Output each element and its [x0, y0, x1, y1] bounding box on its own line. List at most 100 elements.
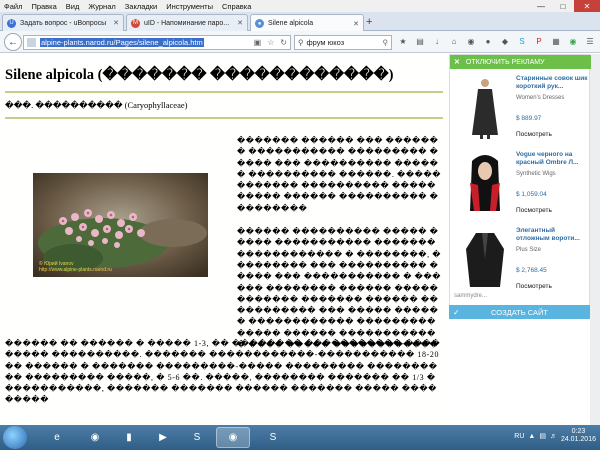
system-tray: RU ▲ ▤ ♬ 0:23 24.01.2016	[514, 428, 596, 444]
description-right: ������� ������ ��� ������� ����������� �…	[237, 135, 442, 362]
ad-price: $ 889.97	[516, 115, 542, 122]
new-tab-button[interactable]: +	[366, 16, 372, 28]
description-paragraph: ������ ���������� ����� ����� ����������…	[237, 227, 442, 350]
page-scrollbar[interactable]	[590, 54, 600, 425]
tab-bar: U Задать вопрос - uВопросы ✕ M uID - Нап…	[0, 12, 600, 32]
search-engine-icon[interactable]: ⚲	[298, 38, 304, 47]
description-paragraph: ������� ������ ��� ������� ����������� �…	[237, 136, 442, 213]
ad-title[interactable]: Элегантный отложным вороти...	[516, 227, 588, 243]
menu-history[interactable]: Журнал	[88, 2, 115, 11]
search-value: фрум юкоз	[306, 38, 345, 47]
taskbar-skype2-icon[interactable]: S	[256, 427, 290, 448]
close-tab-icon[interactable]: ✕	[233, 19, 243, 27]
watermark-url: http://www.alpine-plants.narod.ru	[39, 267, 112, 273]
skype-icon[interactable]: S	[517, 36, 527, 46]
menu-bar: Файл Правка Вид Журнал Закладки Инструме…	[0, 0, 600, 12]
tab-label: Задать вопрос - uВопросы	[20, 19, 107, 27]
clock-time: 0:23	[571, 428, 586, 435]
create-site-label: СОЗДАТЬ САЙТ	[491, 307, 548, 317]
volume-icon[interactable]: ♬	[550, 433, 557, 440]
tab-uvoprosy[interactable]: U Задать вопрос - uВопросы ✕	[2, 14, 124, 31]
taskbar-firefox-icon[interactable]: ◉	[216, 427, 250, 448]
toolbar-icons: ★ ▤ ↓ ⌂ ◉ ● ◆ S P ▦ ◉ ☰	[398, 36, 595, 46]
url-text: alpine-plants.narod.ru/Pages/silene_alpi…	[40, 38, 204, 47]
menu-bookmarks[interactable]: Закладки	[125, 2, 157, 11]
page-title: Silene alpicola (������� ������������)	[5, 67, 394, 83]
divider	[5, 91, 443, 93]
tab-silene[interactable]: ● Silene alpicola ✕	[250, 14, 364, 32]
ad-panel: ✕ ОТКЛЮЧИТЬ РЕКЛАМУ Старинные совок шик …	[449, 54, 591, 317]
disable-ads-label: ОТКЛЮЧИТЬ РЕКЛАМУ	[465, 58, 545, 66]
uvoprosy-icon: U	[7, 18, 16, 28]
reading-list-icon[interactable]: ▤	[415, 36, 425, 46]
taskbar-explorer-icon[interactable]: ▮	[112, 427, 146, 448]
create-site-button[interactable]: ✓ СОЗДАТЬ САЙТ	[449, 305, 590, 319]
dress-image	[472, 79, 498, 139]
taskbar-ie-icon[interactable]: e	[40, 427, 74, 448]
close-tab-icon[interactable]: ✕	[109, 19, 119, 27]
disable-ads-button[interactable]: ✕ ОТКЛЮЧИТЬ РЕКЛАМУ	[450, 55, 591, 69]
navigation-bar: ← alpine-plants.narod.ru/Pages/silene_al…	[0, 31, 600, 53]
taskbar-media-icon[interactable]: ▶	[146, 427, 180, 448]
plant-photo: © Юрий Ivanov http://www.alpine-plants.n…	[33, 173, 208, 277]
menu-edit[interactable]: Правка	[31, 2, 56, 11]
downloads-icon[interactable]: ↓	[432, 36, 442, 46]
tab-label: uID - Напоминание паро...	[144, 19, 230, 27]
ad-view-link[interactable]: Посмотреть	[516, 131, 552, 138]
divider	[5, 117, 443, 119]
clock-date: 24.01.2016	[560, 436, 596, 443]
ad-item[interactable]: Vogue черного на красный Ombre Л... Synt…	[450, 147, 591, 223]
chat-icon[interactable]: ●	[483, 36, 493, 46]
firefox-page-icon: ●	[255, 19, 264, 28]
check-icon: ✓	[453, 307, 460, 317]
ad-category: Women's Dresses	[516, 95, 565, 101]
search-input[interactable]: ⚲ фрум юкоз ⚲	[294, 35, 392, 50]
tray-expand-icon[interactable]: ▲	[528, 433, 535, 440]
clock[interactable]: 0:23 24.01.2016	[561, 428, 596, 444]
search-icon[interactable]: ⚲	[383, 38, 392, 47]
menu-tools[interactable]: Инструменты	[166, 2, 213, 11]
pocket-icon[interactable]: ◉	[466, 36, 476, 46]
ad-view-link[interactable]: Посмотреть	[516, 283, 552, 290]
addon-icon[interactable]: ▦	[551, 36, 561, 46]
home-icon[interactable]: ⌂	[449, 36, 459, 46]
ad-price: $ 1,059.04	[516, 191, 547, 198]
tab-label: Silene alpicola	[268, 20, 314, 27]
network-icon[interactable]: ▤	[539, 432, 546, 440]
language-indicator[interactable]: RU	[514, 433, 524, 440]
reader-icon[interactable]: ▣	[254, 38, 262, 47]
ad-view-link[interactable]: Посмотреть	[516, 207, 552, 214]
page-content: Silene alpicola (������� ������������) �…	[0, 54, 448, 425]
bookmark-star-icon[interactable]: ☆	[267, 38, 274, 47]
back-button[interactable]: ←	[4, 33, 22, 51]
reload-icon[interactable]: ↻	[280, 38, 287, 47]
ad-item[interactable]: Старинные совок шик короткий рук... Wome…	[450, 71, 591, 147]
photo-watermark: © Юрий Ivanov http://www.alpine-plants.n…	[39, 261, 112, 273]
ad-category: Synthetic Wigs	[516, 171, 556, 177]
taskbar-skype-icon[interactable]: S	[180, 427, 214, 448]
ad-category: Plus Size	[516, 247, 542, 253]
ad-title[interactable]: Старинные совок шик короткий рук...	[516, 75, 588, 91]
vk-icon[interactable]: ◆	[500, 36, 510, 46]
menu-help[interactable]: Справка	[222, 2, 251, 11]
ad-item[interactable]: Элегантный отложным вороти... Plus Size …	[450, 223, 591, 299]
start-button[interactable]	[3, 426, 27, 449]
pinterest-icon[interactable]: P	[534, 36, 544, 46]
coat-image	[466, 233, 504, 287]
gmail-icon: M	[131, 18, 140, 28]
menu-view[interactable]: Вид	[66, 2, 80, 11]
taskbar-avast-icon[interactable]: ◉	[78, 427, 112, 448]
address-bar[interactable]: alpine-plants.narod.ru/Pages/silene_alpi…	[23, 35, 291, 50]
menu-file[interactable]: Файл	[4, 2, 22, 11]
ad-title[interactable]: Vogue черного на красный Ombre Л...	[516, 151, 588, 167]
bookmarks-icon[interactable]: ★	[398, 36, 408, 46]
plant-family: ���. ���������� (Caryophyllaceae)	[5, 100, 188, 110]
tab-uid[interactable]: M uID - Напоминание паро... ✕	[126, 14, 248, 31]
ad-price: $ 2,768.45	[516, 267, 547, 274]
wig-image	[470, 155, 500, 211]
menu-icon[interactable]: ☰	[585, 36, 595, 46]
site-identity-icon[interactable]	[27, 38, 36, 47]
ad-footer: sammydre...	[454, 293, 488, 299]
sync-icon[interactable]: ◉	[568, 36, 578, 46]
close-tab-icon[interactable]: ✕	[349, 20, 359, 28]
